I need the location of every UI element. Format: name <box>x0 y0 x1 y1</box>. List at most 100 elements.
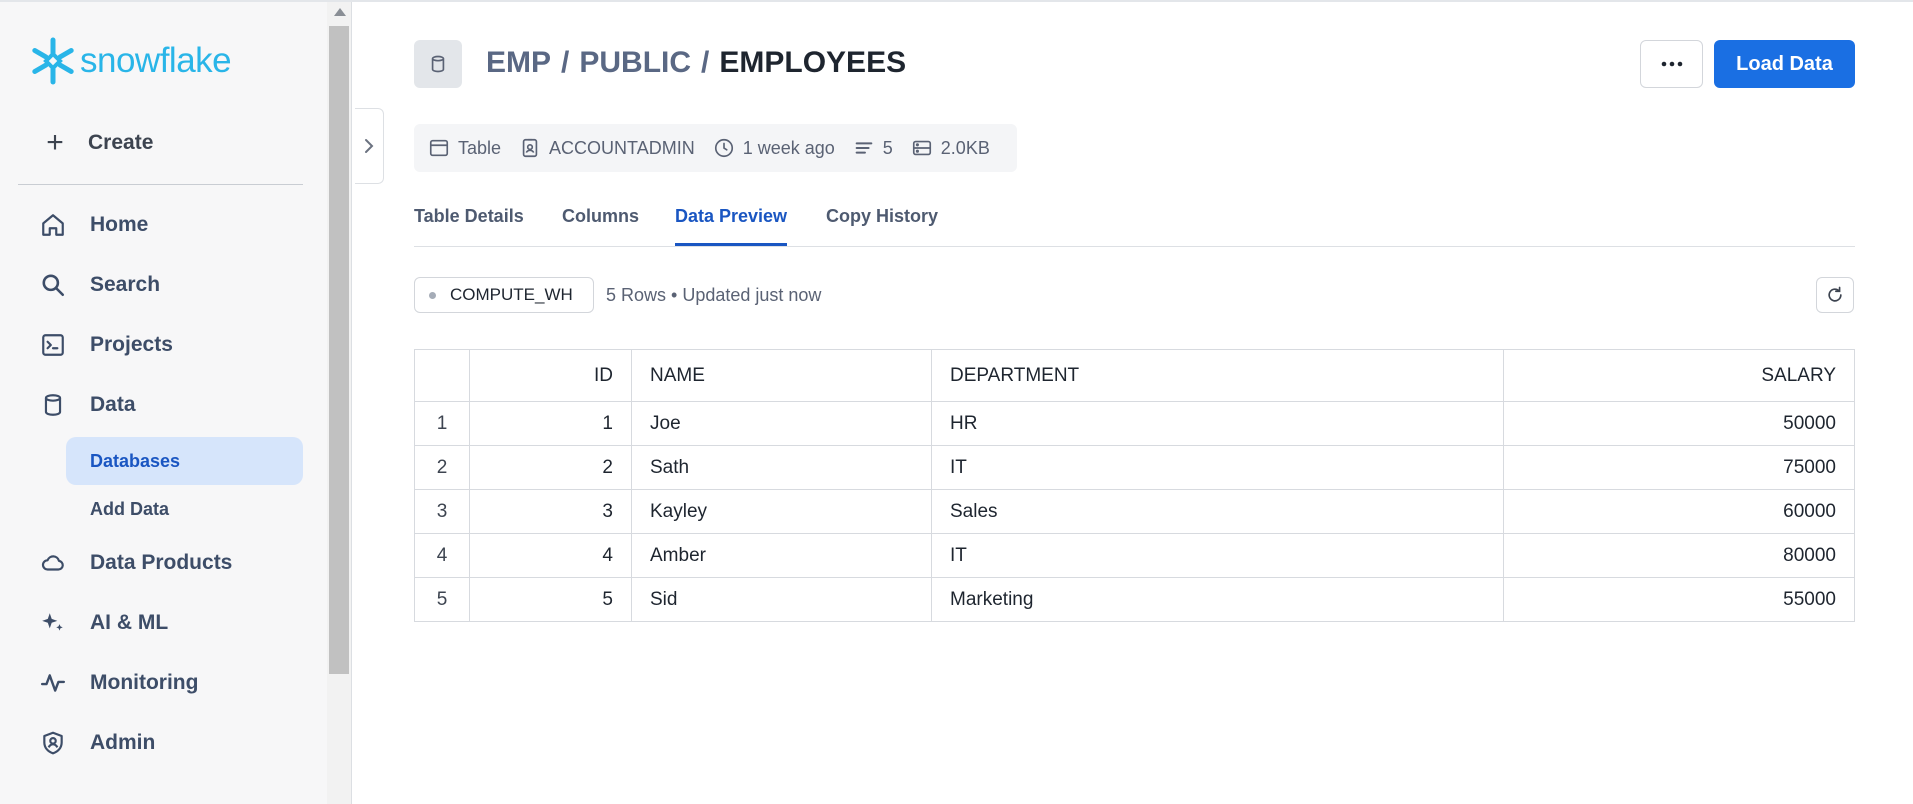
sidebar-subitem-label: Databases <box>90 450 181 471</box>
more-options-button[interactable] <box>1640 40 1703 88</box>
breadcrumb-schema[interactable]: PUBLIC <box>579 46 691 80</box>
create-button[interactable]: + Create <box>40 128 153 158</box>
cell-id[interactable]: 3 <box>469 489 632 534</box>
cell-name[interactable]: Kayley <box>631 489 932 534</box>
cell-department[interactable]: IT <box>931 533 1504 578</box>
tab-data-preview[interactable]: Data Preview <box>675 206 788 246</box>
table-row: 1 1 Joe HR 50000 <box>414 401 1855 446</box>
column-header-department[interactable]: DEPARTMENT <box>931 349 1504 402</box>
cell-salary[interactable]: 50000 <box>1503 401 1855 446</box>
cell-name[interactable]: Sath <box>631 445 932 490</box>
cell-salary[interactable]: 75000 <box>1503 445 1855 490</box>
cell-name[interactable]: Joe <box>631 401 932 446</box>
scroll-up-arrow-icon[interactable] <box>334 8 346 16</box>
sidebar-subitem-add-data[interactable]: Add Data <box>66 485 303 533</box>
sidebar-item-data[interactable]: Data <box>40 392 136 418</box>
sidebar-item-label: Projects <box>90 333 173 356</box>
warehouse-name: COMPUTE_WH <box>450 285 573 304</box>
sidebar: snowflake + Create Home Search Projects … <box>0 2 327 804</box>
shield-icon <box>43 731 63 755</box>
cell-id[interactable]: 4 <box>469 533 632 578</box>
meta-size-value: 2.0KB <box>940 137 990 158</box>
row-number-header <box>414 349 470 402</box>
row-number: 3 <box>414 489 470 534</box>
cell-id[interactable]: 5 <box>469 577 632 622</box>
sidebar-item-admin[interactable]: Admin <box>40 730 155 756</box>
row-number: 4 <box>414 533 470 578</box>
chevron-right-icon <box>365 139 374 153</box>
search-icon <box>42 274 65 297</box>
sidebar-divider <box>18 184 303 185</box>
cell-department[interactable]: HR <box>931 401 1504 446</box>
sidebar-item-ai-ml[interactable]: AI & ML <box>40 610 168 636</box>
refresh-button[interactable] <box>1816 277 1854 313</box>
column-header-salary[interactable]: SALARY <box>1503 349 1855 402</box>
cell-name[interactable]: Sid <box>631 577 932 622</box>
breadcrumb-separator: / <box>701 46 710 79</box>
page-title: EMPLOYEES <box>719 46 907 79</box>
snowflake-logo[interactable]: snowflake <box>28 36 232 86</box>
data-preview-table: ID NAME DEPARTMENT SALARY 1 1 Joe HR 500… <box>414 349 1855 622</box>
sidebar-item-label: Data <box>90 393 136 416</box>
meta-type-value: Table <box>458 137 502 158</box>
load-data-button[interactable]: Load Data <box>1714 40 1855 88</box>
home-icon <box>42 214 64 236</box>
sidebar-item-label: Search <box>90 273 161 296</box>
meta-rows-value: 5 <box>882 137 893 158</box>
cell-salary[interactable]: 60000 <box>1503 489 1855 534</box>
plus-icon: + <box>46 126 64 159</box>
table-row: 4 4 Amber IT 80000 <box>414 533 1855 578</box>
cell-salary[interactable]: 55000 <box>1503 577 1855 622</box>
tab-copy-history[interactable]: Copy History <box>826 206 938 246</box>
tab-columns[interactable]: Columns <box>562 206 639 246</box>
database-icon <box>44 394 62 416</box>
sidebar-item-label: Home <box>90 213 149 236</box>
column-header-name[interactable]: NAME <box>631 349 932 402</box>
sidebar-scrollbar[interactable] <box>327 2 352 804</box>
table-icon <box>429 139 449 157</box>
cloud-icon <box>41 555 64 571</box>
sidebar-item-projects[interactable]: Projects <box>40 332 173 358</box>
cell-name[interactable]: Amber <box>631 533 932 578</box>
sidebar-item-home[interactable]: Home <box>40 212 148 238</box>
tab-table-details[interactable]: Table Details <box>414 206 524 246</box>
sidebar-item-data-products[interactable]: Data Products <box>40 550 232 576</box>
cell-department[interactable]: IT <box>931 445 1504 490</box>
sidebar-item-label: Admin <box>90 731 156 754</box>
sidebar-item-monitoring[interactable]: Monitoring <box>40 670 198 696</box>
meta-rows: 5 <box>853 137 893 159</box>
cell-id[interactable]: 1 <box>469 401 632 446</box>
breadcrumb: EMP / PUBLIC / EMPLOYEES <box>486 46 906 80</box>
cell-salary[interactable]: 80000 <box>1503 533 1855 578</box>
cell-department[interactable]: Sales <box>931 489 1504 534</box>
scrollbar-thumb[interactable] <box>329 26 349 674</box>
column-header-id[interactable]: ID <box>469 349 632 402</box>
row-number: 1 <box>414 401 470 446</box>
activity-icon <box>40 674 66 692</box>
row-number: 5 <box>414 577 470 622</box>
cell-department[interactable]: Marketing <box>931 577 1504 622</box>
terminal-icon <box>42 334 64 356</box>
cell-id[interactable]: 2 <box>469 445 632 490</box>
sidebar-item-search[interactable]: Search <box>40 272 160 298</box>
ellipsis-icon <box>1661 61 1682 67</box>
database-icon <box>431 55 445 73</box>
sparkle-icon <box>42 613 63 631</box>
sidebar-subitem-databases[interactable]: Databases <box>66 437 303 485</box>
breadcrumb-database[interactable]: EMP <box>486 46 551 80</box>
expand-panel-button[interactable] <box>355 108 384 184</box>
meta-owner-value: ACCOUNTADMIN <box>549 137 695 158</box>
meta-modified: 1 week ago <box>713 137 835 159</box>
sidebar-item-label: Data Products <box>90 551 233 574</box>
table-row: 2 2 Sath IT 75000 <box>414 445 1855 490</box>
storage-icon <box>912 140 931 156</box>
sidebar-item-label: Monitoring <box>90 671 199 694</box>
table-row: 5 5 Sid Marketing 55000 <box>414 577 1855 622</box>
refresh-icon <box>1828 286 1842 302</box>
warehouse-selector[interactable]: COMPUTE_WH <box>414 277 594 313</box>
meta-owner: ACCOUNTADMIN <box>519 137 695 159</box>
rows-icon <box>855 142 873 154</box>
app-window: snowflake + Create Home Search Projects … <box>0 0 1913 804</box>
snowflake-icon <box>32 37 74 85</box>
tab-bar: Table Details Columns Data Preview Copy … <box>414 200 1855 247</box>
